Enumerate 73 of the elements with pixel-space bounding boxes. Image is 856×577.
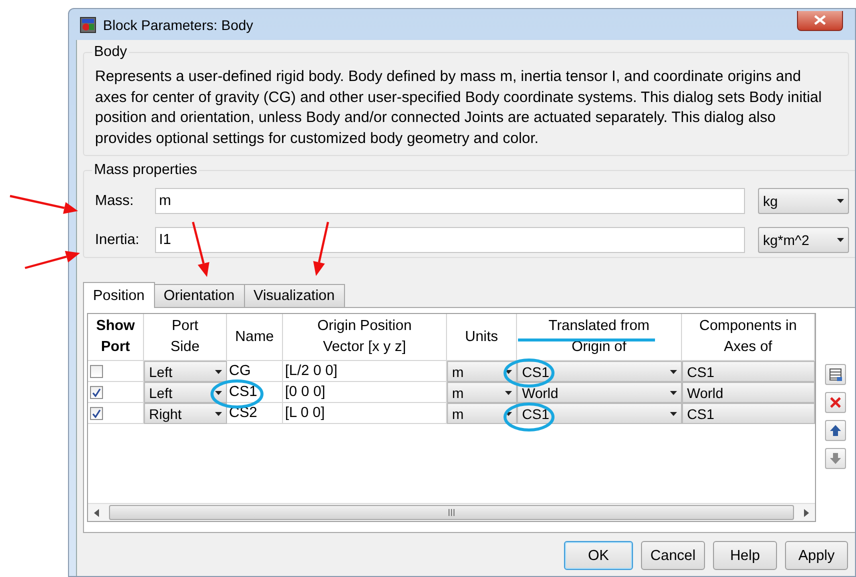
column-header: Name <box>227 314 283 361</box>
table-dropdown[interactable]: CS1 <box>682 403 815 424</box>
tab[interactable]: Orientation <box>154 284 245 307</box>
checkbox[interactable] <box>90 386 103 398</box>
dropdown-arrow-icon <box>505 390 512 394</box>
field-label: Inertia: <box>95 232 140 248</box>
dialog-button[interactable]: OK <box>564 541 633 570</box>
delete-icon <box>828 395 843 410</box>
close-icon <box>814 15 826 25</box>
table-dropdown[interactable]: World <box>682 382 815 403</box>
up-arrow-button[interactable] <box>825 420 846 441</box>
grip-icon <box>448 509 455 516</box>
table-dropdown[interactable]: CS1 <box>517 403 682 424</box>
tab[interactable]: Position <box>83 282 155 308</box>
tab[interactable]: Visualization <box>244 284 345 307</box>
group-title: Body <box>93 44 128 60</box>
checkbox[interactable] <box>90 406 103 420</box>
delete-button[interactable] <box>825 392 846 413</box>
check-icon <box>92 408 101 418</box>
down-arrow-button[interactable] <box>825 448 846 469</box>
annotation-arrow <box>24 250 80 270</box>
table-icon <box>828 367 843 382</box>
dropdown-arrow-icon <box>215 370 222 374</box>
dropdown-arrow-icon <box>670 412 677 416</box>
window-title: Block Parameters: Body <box>103 16 254 32</box>
group-title: Mass properties <box>93 162 198 178</box>
close-button[interactable] <box>797 10 843 30</box>
annotation-circle <box>504 402 554 432</box>
table-button[interactable] <box>825 364 846 385</box>
dropdown-arrow-icon <box>670 370 677 374</box>
table-dropdown[interactable]: m <box>447 361 517 382</box>
scroll-left-icon[interactable] <box>94 508 99 516</box>
table-cell: CG <box>227 361 283 382</box>
field-label: Mass: <box>95 193 135 209</box>
annotation-circle <box>504 358 554 388</box>
scroll-right-icon[interactable] <box>804 508 809 516</box>
annotation-arrow <box>313 222 330 276</box>
dropdown-arrow-icon <box>505 412 512 416</box>
dropdown-arrow-icon <box>215 390 222 394</box>
table-dropdown[interactable]: Left <box>144 382 227 403</box>
up-arrow-icon <box>828 423 843 438</box>
dropdown-arrow-icon <box>837 199 844 203</box>
annotation-arrow <box>10 194 78 214</box>
annotation-arrow <box>192 222 210 277</box>
table-dropdown[interactable]: CS1 <box>682 361 815 382</box>
input-field[interactable]: m <box>155 188 745 214</box>
dialog-button[interactable]: Apply <box>785 541 848 570</box>
column-header: Origin Position Vector [x y z] <box>283 314 447 361</box>
dropdown-arrow-icon <box>215 412 222 416</box>
app-icon <box>80 16 96 32</box>
unit-dropdown[interactable]: kg <box>758 188 849 214</box>
horizontal-scrollbar[interactable] <box>88 503 815 521</box>
table-dropdown[interactable]: World <box>517 382 682 403</box>
input-field[interactable]: I1 <box>155 227 745 253</box>
table-dropdown[interactable]: m <box>447 403 517 424</box>
down-arrow-icon <box>828 451 843 466</box>
table-dropdown[interactable]: Left <box>144 361 227 382</box>
description-text: Represents a user-defined rigid body. Body defined by mass m, inertia tensor I, and coordinate origins and axes for center of gravity (CG) and other user-specified Body coordinate systems. This dialog sets Body initial position and orientation, unless Body and/or connected Joints are actuated separately. This dialog also provides optional settings for customized body geometry and color. <box>95 67 823 148</box>
table-cell: CS1 <box>227 382 283 403</box>
dropdown-arrow-icon <box>505 370 512 374</box>
table-cell: [L 0 0] <box>283 403 447 424</box>
checkbox[interactable] <box>90 364 103 378</box>
annotation-circle <box>210 380 264 408</box>
dialog-button[interactable]: Help <box>713 541 777 570</box>
table-dropdown[interactable]: CS1 <box>517 361 682 382</box>
unit-dropdown[interactable]: kg*m^2 <box>758 227 849 253</box>
column-header: Show Port <box>88 314 144 361</box>
dropdown-arrow-icon <box>670 390 677 394</box>
table-dropdown[interactable]: Right <box>144 403 227 424</box>
dropdown-arrow-icon <box>837 238 844 242</box>
table-dropdown[interactable]: m <box>447 382 517 403</box>
dialog-button[interactable]: Cancel <box>641 541 705 570</box>
check-icon <box>92 388 101 396</box>
